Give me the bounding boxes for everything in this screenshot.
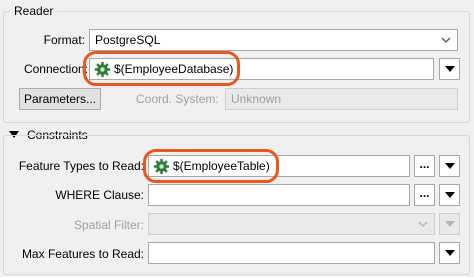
feature-types-dropdown-button[interactable] <box>439 155 460 177</box>
reader-settings-panel: Reader Format: PostgreSQL Connection: $(… <box>0 0 474 277</box>
connection-dropdown-button[interactable] <box>439 58 460 80</box>
feature-types-field[interactable]: $(EmployeeTable) <box>148 155 410 177</box>
connection-field[interactable]: $(EmployeeDatabase) <box>89 58 434 80</box>
connection-label: Connection: <box>23 62 88 76</box>
coord-system-field: Unknown <box>225 88 458 110</box>
coord-system-value: Unknown <box>231 92 282 106</box>
format-label: Format: <box>43 33 85 47</box>
format-value: PostgreSQL <box>95 33 161 47</box>
where-clause-field[interactable] <box>148 184 410 206</box>
format-select[interactable]: PostgreSQL <box>89 29 458 51</box>
triangle-down-icon <box>445 250 455 256</box>
database-gear-icon <box>153 158 170 175</box>
max-features-dropdown-button[interactable] <box>439 242 460 264</box>
feature-types-value: $(EmployeeTable) <box>173 159 270 173</box>
where-clause-ellipsis-button[interactable]: ... <box>414 184 435 206</box>
spatial-filter-select <box>148 213 435 235</box>
reader-group-title: Reader <box>10 4 58 18</box>
feature-types-ellipsis-button[interactable]: ... <box>414 155 435 177</box>
max-features-label: Max Features to Read: <box>21 247 144 261</box>
max-features-field[interactable] <box>148 242 435 264</box>
chevron-down-icon <box>441 37 451 43</box>
where-clause-label: WHERE Clause: <box>55 188 144 202</box>
triangle-down-icon <box>445 192 455 198</box>
spatial-filter-label: Spatial Filter: <box>73 218 144 232</box>
coord-system-label: Coord. System: <box>136 92 219 106</box>
triangle-down-icon <box>445 66 455 72</box>
triangle-down-icon <box>445 221 455 227</box>
chevron-down-icon <box>418 221 428 227</box>
where-clause-dropdown-button[interactable] <box>439 184 460 206</box>
spatial-filter-dropdown-button <box>439 213 460 235</box>
parameters-button[interactable]: Parameters... <box>19 88 101 110</box>
database-gear-icon <box>94 61 111 78</box>
feature-types-label: Feature Types to Read: <box>18 159 144 173</box>
triangle-down-icon <box>445 163 455 169</box>
connection-value: $(EmployeeDatabase) <box>114 62 234 76</box>
